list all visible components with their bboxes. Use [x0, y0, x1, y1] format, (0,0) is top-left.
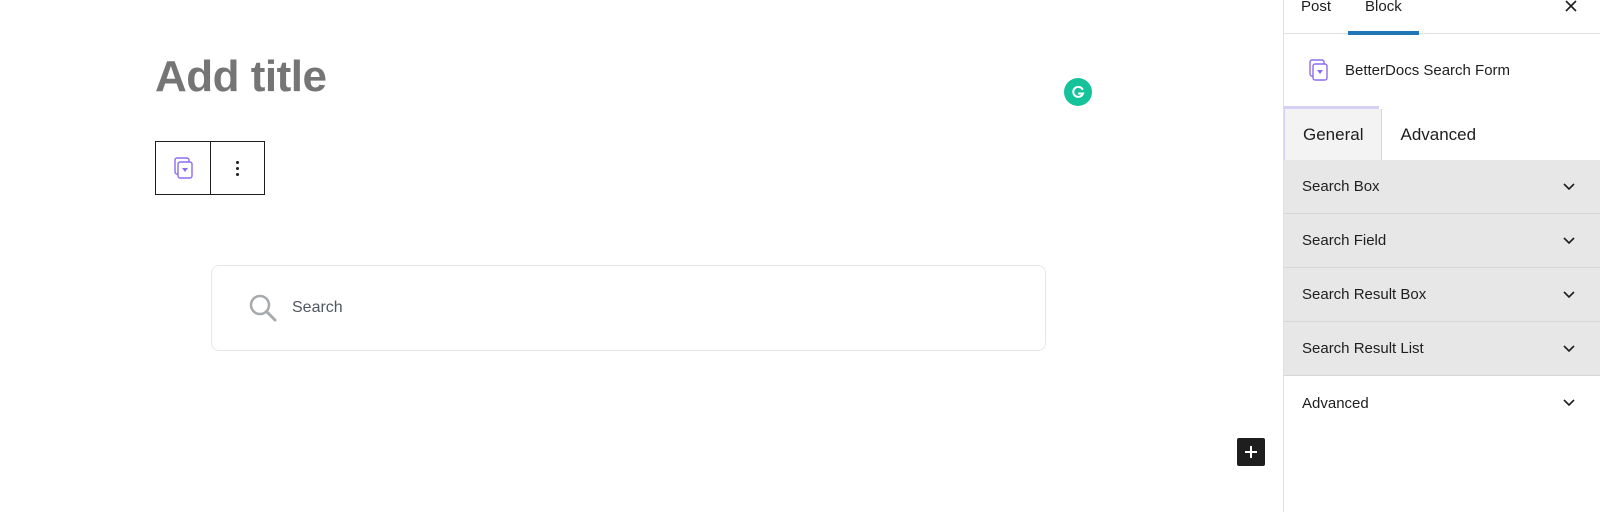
search-placeholder: Search	[292, 299, 343, 316]
tab-general[interactable]: General	[1284, 109, 1383, 160]
panel-label: Advanced	[1302, 394, 1369, 412]
panel-search-box[interactable]: Search Box	[1284, 160, 1600, 214]
panel-tabs: General Advanced	[1284, 106, 1600, 160]
panel-search-result-box[interactable]: Search Result Box	[1284, 268, 1600, 322]
panel-search-result-list[interactable]: Search Result List	[1284, 322, 1600, 376]
settings-accordion: Search Box Search Field Search Result Bo…	[1284, 160, 1600, 430]
chevron-down-icon	[1563, 182, 1575, 190]
chevron-down-icon	[1563, 399, 1575, 407]
panel-advanced[interactable]: Advanced	[1284, 376, 1600, 430]
block-card: BetterDocs Search Form	[1284, 34, 1600, 106]
block-toolbar	[155, 141, 265, 195]
chevron-down-icon	[1563, 344, 1575, 352]
panel-label: Search Result List	[1302, 340, 1424, 357]
block-card-title: BetterDocs Search Form	[1345, 61, 1511, 79]
close-icon[interactable]	[1564, 0, 1578, 14]
panel-search-field[interactable]: Search Field	[1284, 214, 1600, 268]
block-type-button[interactable]	[156, 142, 210, 194]
add-block-button[interactable]	[1237, 438, 1265, 466]
betterdocs-block-icon	[174, 157, 193, 179]
chevron-down-icon	[1563, 290, 1575, 298]
betterdocs-block-icon	[1309, 59, 1328, 81]
search-form-preview[interactable]: Search	[211, 265, 1046, 351]
editor-canvas: Add title Search	[0, 0, 1283, 512]
more-vertical-icon	[236, 160, 239, 176]
sidebar-tabs: Post Block	[1284, 0, 1600, 35]
panel-label: Search Box	[1302, 178, 1380, 195]
search-icon	[249, 294, 277, 322]
block-options-button[interactable]	[210, 142, 264, 194]
tab-post[interactable]: Post	[1284, 0, 1348, 34]
tab-advanced[interactable]: Advanced	[1382, 109, 1494, 160]
panel-label: Search Result Box	[1302, 286, 1427, 303]
plus-icon	[1245, 446, 1257, 458]
tab-block[interactable]: Block	[1348, 0, 1419, 35]
post-title-field[interactable]: Add title	[155, 52, 327, 102]
panel-label: Search Field	[1302, 232, 1387, 249]
chevron-down-icon	[1563, 236, 1575, 244]
settings-sidebar: Post Block BetterDocs Search Form Genera…	[1283, 0, 1600, 512]
grammarly-icon[interactable]	[1064, 78, 1092, 106]
